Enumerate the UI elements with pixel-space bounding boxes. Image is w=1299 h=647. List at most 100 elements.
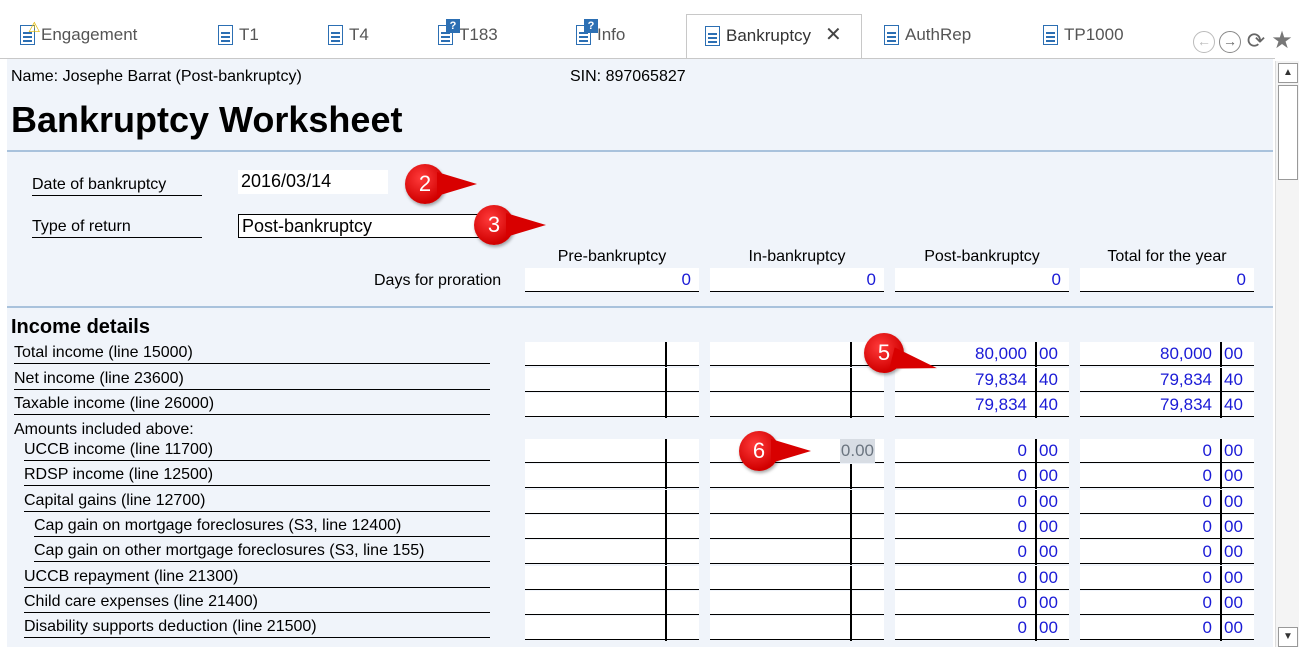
tab-t183[interactable]: ? T183: [438, 14, 498, 60]
total-cell[interactable]: 0 00: [1080, 566, 1254, 591]
total-cell[interactable]: 0 00: [1080, 616, 1254, 641]
pre-bankruptcy-cell[interactable]: [525, 464, 699, 489]
cents-separator: [1035, 342, 1037, 367]
amount-dollars: 79,834: [975, 370, 1027, 389]
pre-bankruptcy-cell[interactable]: [525, 342, 699, 367]
in-bankruptcy-cell[interactable]: [710, 515, 884, 540]
in-bankruptcy-cell[interactable]: [710, 490, 884, 515]
in-bankruptcy-cell[interactable]: [710, 616, 884, 641]
pre-bankruptcy-cell[interactable]: [525, 393, 699, 418]
amount-dollars: 80,000: [975, 344, 1027, 363]
document-icon: [1043, 25, 1058, 45]
tab-tp1000[interactable]: TP1000: [1043, 14, 1124, 60]
proration-in-input[interactable]: 0: [710, 268, 884, 292]
cents-separator: [1220, 616, 1222, 641]
cents-separator: [1220, 591, 1222, 616]
type-of-return-select[interactable]: Post-bankruptcy: [238, 214, 488, 238]
forward-arrow-icon[interactable]: →: [1219, 31, 1241, 53]
post-bankruptcy-cell[interactable]: 0 00: [895, 566, 1069, 591]
in-bankruptcy-cell[interactable]: [710, 464, 884, 489]
tab-t4[interactable]: T4: [328, 14, 369, 60]
post-bankruptcy-cell[interactable]: 0 00: [895, 540, 1069, 565]
in-bankruptcy-cell[interactable]: [710, 540, 884, 565]
column-header-total: Total for the year: [1107, 248, 1227, 265]
row-label: Net income (line 23600): [14, 369, 490, 390]
total-cell[interactable]: 0 00: [1080, 515, 1254, 540]
days-for-proration-label: Days for proration: [374, 272, 502, 289]
total-cell[interactable]: 79,834 40: [1080, 368, 1254, 393]
total-cell[interactable]: 0 00: [1080, 439, 1254, 464]
post-bankruptcy-cell[interactable]: 0 00: [895, 515, 1069, 540]
in-bankruptcy-cell[interactable]: [710, 342, 884, 367]
proration-total-input[interactable]: 0: [1080, 268, 1254, 292]
tab-bankruptcy[interactable]: Bankruptcy ✕: [686, 14, 862, 60]
post-bankruptcy-cell[interactable]: 0 00: [895, 464, 1069, 489]
date-of-bankruptcy-input[interactable]: 2016/03/14: [238, 170, 388, 194]
amounts-included-label: Amounts included above:: [14, 421, 194, 438]
amount-dollars: 0: [1017, 441, 1027, 460]
total-cell[interactable]: 79,834 40: [1080, 393, 1254, 418]
post-bankruptcy-cell[interactable]: 79,834 40: [895, 393, 1069, 418]
refresh-icon[interactable]: ⟳: [1245, 30, 1267, 53]
post-bankruptcy-cell[interactable]: 0 00: [895, 591, 1069, 616]
scroll-down-arrow-icon[interactable]: ▼: [1278, 627, 1298, 647]
amount-dollars: 0: [1017, 593, 1027, 612]
amount-cents: 00: [1039, 517, 1058, 536]
cents-separator: [1220, 490, 1222, 515]
tab-engagement[interactable]: ⚠ Engagement: [20, 14, 137, 60]
favorite-star-icon[interactable]: ★: [1271, 29, 1293, 53]
editing-value: 0.00: [839, 439, 875, 463]
cents-separator: [850, 591, 852, 616]
document-question-icon: ?: [576, 19, 598, 45]
cents-separator: [665, 342, 667, 367]
proration-pre-input[interactable]: 0: [525, 268, 699, 292]
tab-info[interactable]: ? Info: [576, 14, 625, 60]
pre-bankruptcy-cell[interactable]: [525, 439, 699, 464]
amount-dollars: 0: [1202, 568, 1212, 587]
post-bankruptcy-cell[interactable]: 0 00: [895, 439, 1069, 464]
tab-t1[interactable]: T1: [218, 14, 259, 60]
total-cell[interactable]: 0 00: [1080, 591, 1254, 616]
total-cell[interactable]: 0 00: [1080, 540, 1254, 565]
total-cell[interactable]: 80,000 00: [1080, 342, 1254, 367]
tab-label: Bankruptcy: [726, 26, 812, 45]
back-arrow-icon[interactable]: ←: [1193, 31, 1215, 53]
amount-dollars: 0: [1202, 593, 1212, 612]
tab-authrep[interactable]: AuthRep: [884, 14, 971, 60]
cents-separator: [1220, 439, 1222, 464]
in-bankruptcy-cell[interactable]: [710, 566, 884, 591]
total-cell[interactable]: 0 00: [1080, 490, 1254, 515]
row-label: UCCB repayment (line 21300): [24, 567, 490, 588]
cents-separator: [1035, 439, 1037, 464]
total-cell[interactable]: 0 00: [1080, 464, 1254, 489]
in-bankruptcy-cell[interactable]: [710, 591, 884, 616]
pre-bankruptcy-cell[interactable]: [525, 540, 699, 565]
amount-cents: 00: [1224, 517, 1243, 536]
cents-separator: [1220, 540, 1222, 565]
pre-bankruptcy-cell[interactable]: [525, 490, 699, 515]
amount-dollars: 0: [1202, 492, 1212, 511]
tab-label: AuthRep: [905, 25, 972, 44]
tab-label: T1: [239, 25, 259, 44]
in-bankruptcy-cell[interactable]: [710, 368, 884, 393]
proration-post-input[interactable]: 0: [895, 268, 1069, 292]
cents-separator: [850, 490, 852, 515]
amount-dollars: 0: [1017, 568, 1027, 587]
scroll-thumb[interactable]: [1278, 85, 1298, 180]
pre-bankruptcy-cell[interactable]: [525, 368, 699, 393]
pre-bankruptcy-cell[interactable]: [525, 515, 699, 540]
cents-separator: [1220, 393, 1222, 418]
pre-bankruptcy-cell[interactable]: [525, 616, 699, 641]
cents-separator: [665, 591, 667, 616]
pre-bankruptcy-cell[interactable]: [525, 566, 699, 591]
cents-separator: [1035, 616, 1037, 641]
post-bankruptcy-cell[interactable]: 0 00: [895, 490, 1069, 515]
close-icon[interactable]: ✕: [825, 25, 842, 45]
amount-dollars: 0: [1202, 542, 1212, 561]
vertical-scrollbar[interactable]: ▲ ▼: [1275, 61, 1299, 647]
scroll-up-arrow-icon[interactable]: ▲: [1278, 63, 1298, 83]
post-bankruptcy-cell[interactable]: 0 00: [895, 616, 1069, 641]
amount-cents: 00: [1224, 568, 1243, 587]
pre-bankruptcy-cell[interactable]: [525, 591, 699, 616]
in-bankruptcy-cell[interactable]: [710, 393, 884, 418]
